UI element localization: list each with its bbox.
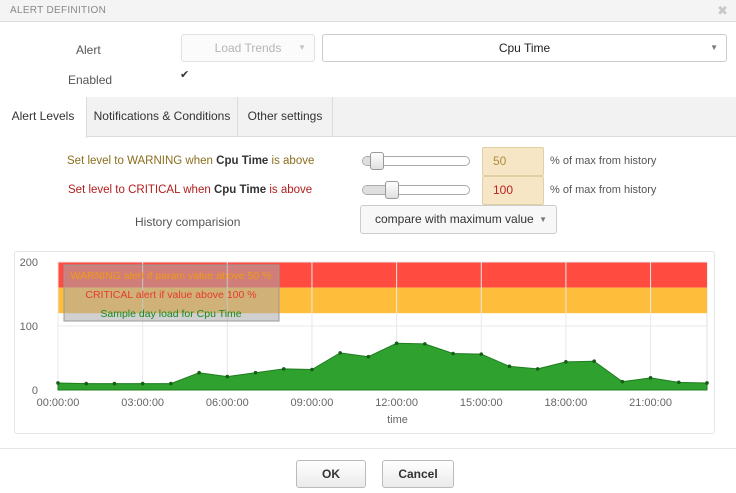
warning-level-label: Set level to WARNING when Cpu Time is ab… — [67, 155, 314, 167]
history-comparison-select[interactable]: compare with maximum value ▼ — [360, 205, 557, 234]
chevron-down-icon: ▼ — [298, 43, 306, 52]
enabled-checkbox[interactable]: ✔ — [180, 70, 191, 81]
data-point — [169, 381, 173, 386]
data-point — [479, 352, 484, 356]
chevron-down-icon: ▼ — [539, 215, 547, 224]
data-point — [507, 364, 512, 369]
tab-notifications-conditions[interactable]: Notifications & Conditions — [87, 97, 238, 137]
x-tick-label: 18:00:00 — [544, 397, 587, 409]
critical-prefix: Set level to CRITICAL when — [68, 184, 211, 196]
data-point — [564, 360, 568, 364]
x-tick-label: 21:00:00 — [629, 397, 672, 409]
y-tick-label: 0 — [32, 385, 38, 397]
critical-slider-handle[interactable] — [385, 181, 399, 199]
data-point — [705, 381, 709, 385]
alert-type-select: Load Trends ▼ — [181, 34, 315, 62]
warning-slider[interactable] — [362, 152, 470, 170]
data-point — [676, 380, 681, 385]
dialog-titlebar: ALERT DEFINITION ✖ — [0, 0, 736, 22]
y-tick-label: 100 — [20, 321, 38, 333]
x-tick-label: 12:00:00 — [375, 397, 418, 409]
enabled-label: Enabled — [68, 73, 113, 87]
warning-slider-handle[interactable] — [370, 152, 384, 170]
chart-legend: WARNING alert if param value above 50 % C… — [63, 264, 280, 322]
tab-alert-levels[interactable]: Alert Levels — [0, 97, 87, 138]
legend-item: Sample day load for Cpu Time — [100, 308, 241, 320]
data-point — [394, 341, 399, 346]
warning-value-input[interactable]: 50 — [482, 147, 544, 176]
critical-suffix: is above — [269, 184, 313, 196]
alert-type-value: Load Trends — [214, 41, 282, 55]
critical-param: Cpu Time — [213, 184, 267, 196]
data-point — [112, 381, 117, 386]
chevron-down-icon: ▼ — [710, 43, 718, 52]
data-point — [423, 342, 427, 346]
warning-param: Cpu Time — [216, 155, 269, 167]
x-tick-label: 03:00:00 — [121, 397, 164, 409]
tab-other-settings[interactable]: Other settings — [238, 97, 333, 137]
alert-label: Alert — [76, 43, 101, 57]
x-tick-label: 15:00:00 — [460, 397, 503, 409]
ok-button[interactable]: OK — [296, 460, 366, 488]
data-point — [140, 381, 145, 386]
data-point — [197, 370, 201, 375]
legend-item: WARNING alert if param value above 50 % — [71, 270, 272, 282]
data-point — [310, 367, 314, 372]
critical-level-label: Set level to CRITICAL when Cpu Time is a… — [68, 184, 312, 196]
data-point — [281, 367, 286, 371]
critical-value-input[interactable]: 100 — [482, 176, 544, 205]
critical-unit-text: % of max from history — [550, 184, 657, 196]
data-point — [366, 354, 371, 359]
alert-param-value: Cpu Time — [498, 41, 551, 55]
history-comparison-label: History comparision — [135, 215, 241, 229]
legend-item: CRITICAL alert if value above 100 % — [85, 289, 256, 301]
load-chart-panel: 200 100 0 00:00:00 03:00:00 06:00:00 09:00:00 1… — [14, 251, 715, 434]
data-point — [253, 370, 258, 375]
x-tick-label: 00:00:00 — [37, 397, 80, 409]
data-point — [225, 374, 230, 379]
alert-param-select[interactable]: Cpu Time ▼ — [322, 34, 727, 62]
data-point — [620, 379, 625, 384]
warning-suffix: is above — [271, 155, 315, 167]
load-chart: 200 100 000:00:00 03:00:00 06:00:00 09:00:00 1… — [20, 257, 709, 426]
warning-unit-text: % of max from history — [550, 155, 657, 167]
cancel-button[interactable]: Cancel — [382, 460, 454, 488]
data-point — [535, 367, 540, 371]
data-point — [338, 351, 342, 355]
warning-prefix: Set level to WARNING when — [67, 155, 213, 167]
critical-slider[interactable] — [362, 181, 470, 199]
data-point — [56, 381, 60, 385]
dialog-footer — [0, 448, 736, 493]
dialog-title: ALERT DEFINITION — [10, 5, 107, 16]
data-point — [648, 376, 653, 380]
history-comparison-value: compare with maximum value — [375, 212, 534, 226]
tab-bar: Alert Levels Notifications & Conditions … — [0, 97, 736, 138]
close-icon[interactable]: ✖ — [717, 3, 728, 19]
x-axis-title: time — [387, 414, 408, 426]
y-tick-label: 200 — [20, 257, 38, 269]
data-point — [451, 351, 455, 356]
data-point — [592, 359, 596, 363]
x-tick-label: 09:00:00 — [291, 397, 334, 409]
x-tick-label: 06:00:00 — [206, 397, 249, 409]
data-point — [84, 381, 89, 386]
